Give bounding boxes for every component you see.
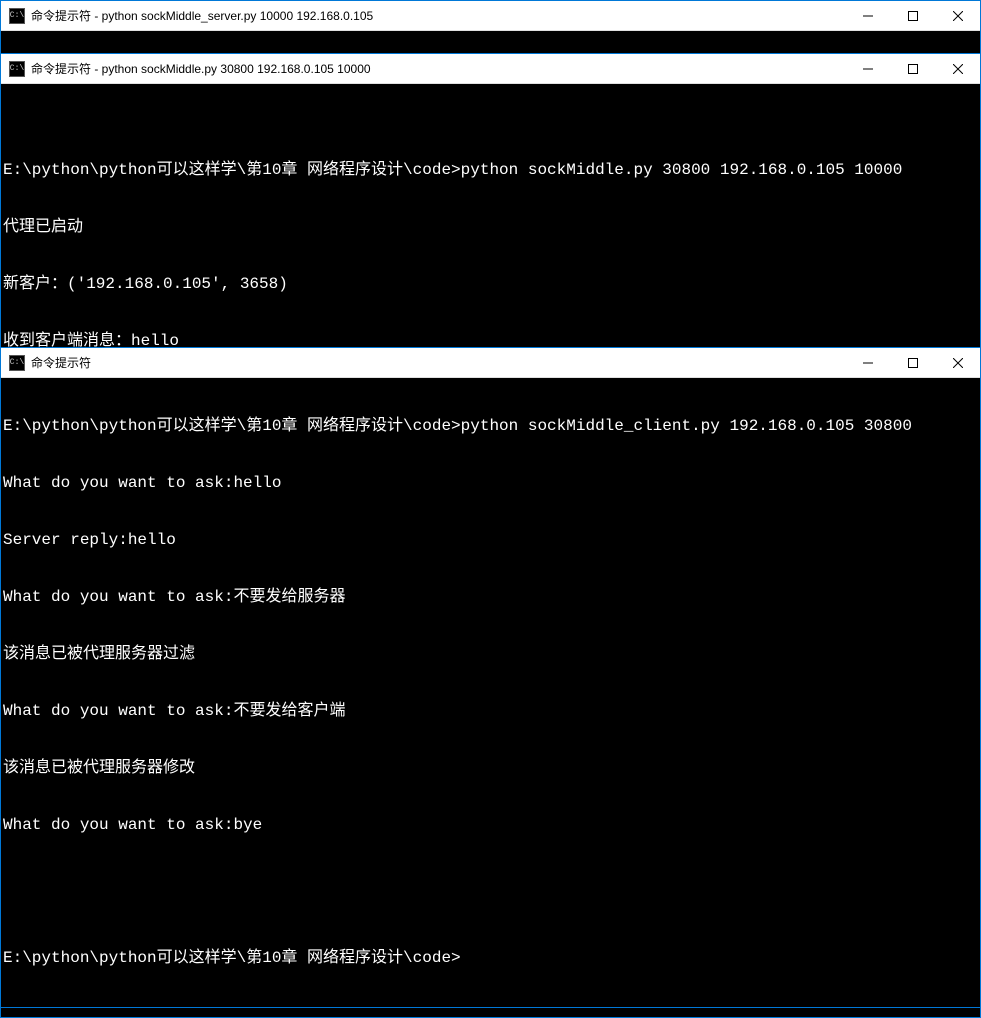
titlebar[interactable]: C:\ 命令提示符 [1,348,980,378]
window-title: 命令提示符 - python sockMiddle.py 30800 192.1… [31,60,845,77]
minimize-icon [863,11,873,21]
window-controls [845,348,980,377]
console-line: What do you want to ask:不要发给服务器 [3,588,978,607]
maximize-icon [908,11,918,21]
minimize-button[interactable] [845,54,890,83]
console-line: E:\python\python可以这样学\第10章 网络程序设计\code>p… [3,161,978,180]
console-line: What do you want to ask:hello [3,474,978,493]
close-icon [953,11,963,21]
console-line: 该消息已被代理服务器过滤 [3,645,978,664]
maximize-button[interactable] [890,54,935,83]
titlebar[interactable]: C:\ 命令提示符 - python sockMiddle.py 30800 1… [1,54,980,84]
window-title: 命令提示符 - python sockMiddle_server.py 1000… [31,7,845,24]
cmd-icon: C:\ [9,61,25,77]
cmd-icon: C:\ [9,355,25,371]
console-line: 代理已启动 [3,218,978,237]
close-icon [953,358,963,368]
window-title: 命令提示符 [31,354,845,371]
close-button[interactable] [935,1,980,30]
cmd-icon: C:\ [9,8,25,24]
console-line: What do you want to ask:不要发给客户端 [3,702,978,721]
maximize-icon [908,358,918,368]
window-controls [845,54,980,83]
window-controls [845,1,980,30]
terminal-window-3: C:\ 命令提示符 E:\python\python可以这样学\第10章 网络程… [0,347,981,1008]
maximize-button[interactable] [890,348,935,377]
minimize-icon [863,358,873,368]
console-line: 新客户：('192.168.0.105', 3658) [3,275,978,294]
titlebar[interactable]: C:\ 命令提示符 - python sockMiddle_server.py … [1,1,980,31]
close-button[interactable] [935,54,980,83]
console-output[interactable]: E:\python\python可以这样学\第10章 网络程序设计\code>p… [1,378,980,1007]
console-line: E:\python\python可以这样学\第10章 网络程序设计\code>p… [3,417,978,436]
minimize-icon [863,64,873,74]
console-line: 该消息已被代理服务器修改 [3,759,978,778]
close-icon [953,64,963,74]
minimize-button[interactable] [845,348,890,377]
console-line: What do you want to ask:bye [3,816,978,835]
minimize-button[interactable] [845,1,890,30]
close-button[interactable] [935,348,980,377]
console-line: E:\python\python可以这样学\第10章 网络程序设计\code> [3,949,978,968]
maximize-button[interactable] [890,1,935,30]
maximize-icon [908,64,918,74]
console-line: Server reply:hello [3,531,978,550]
